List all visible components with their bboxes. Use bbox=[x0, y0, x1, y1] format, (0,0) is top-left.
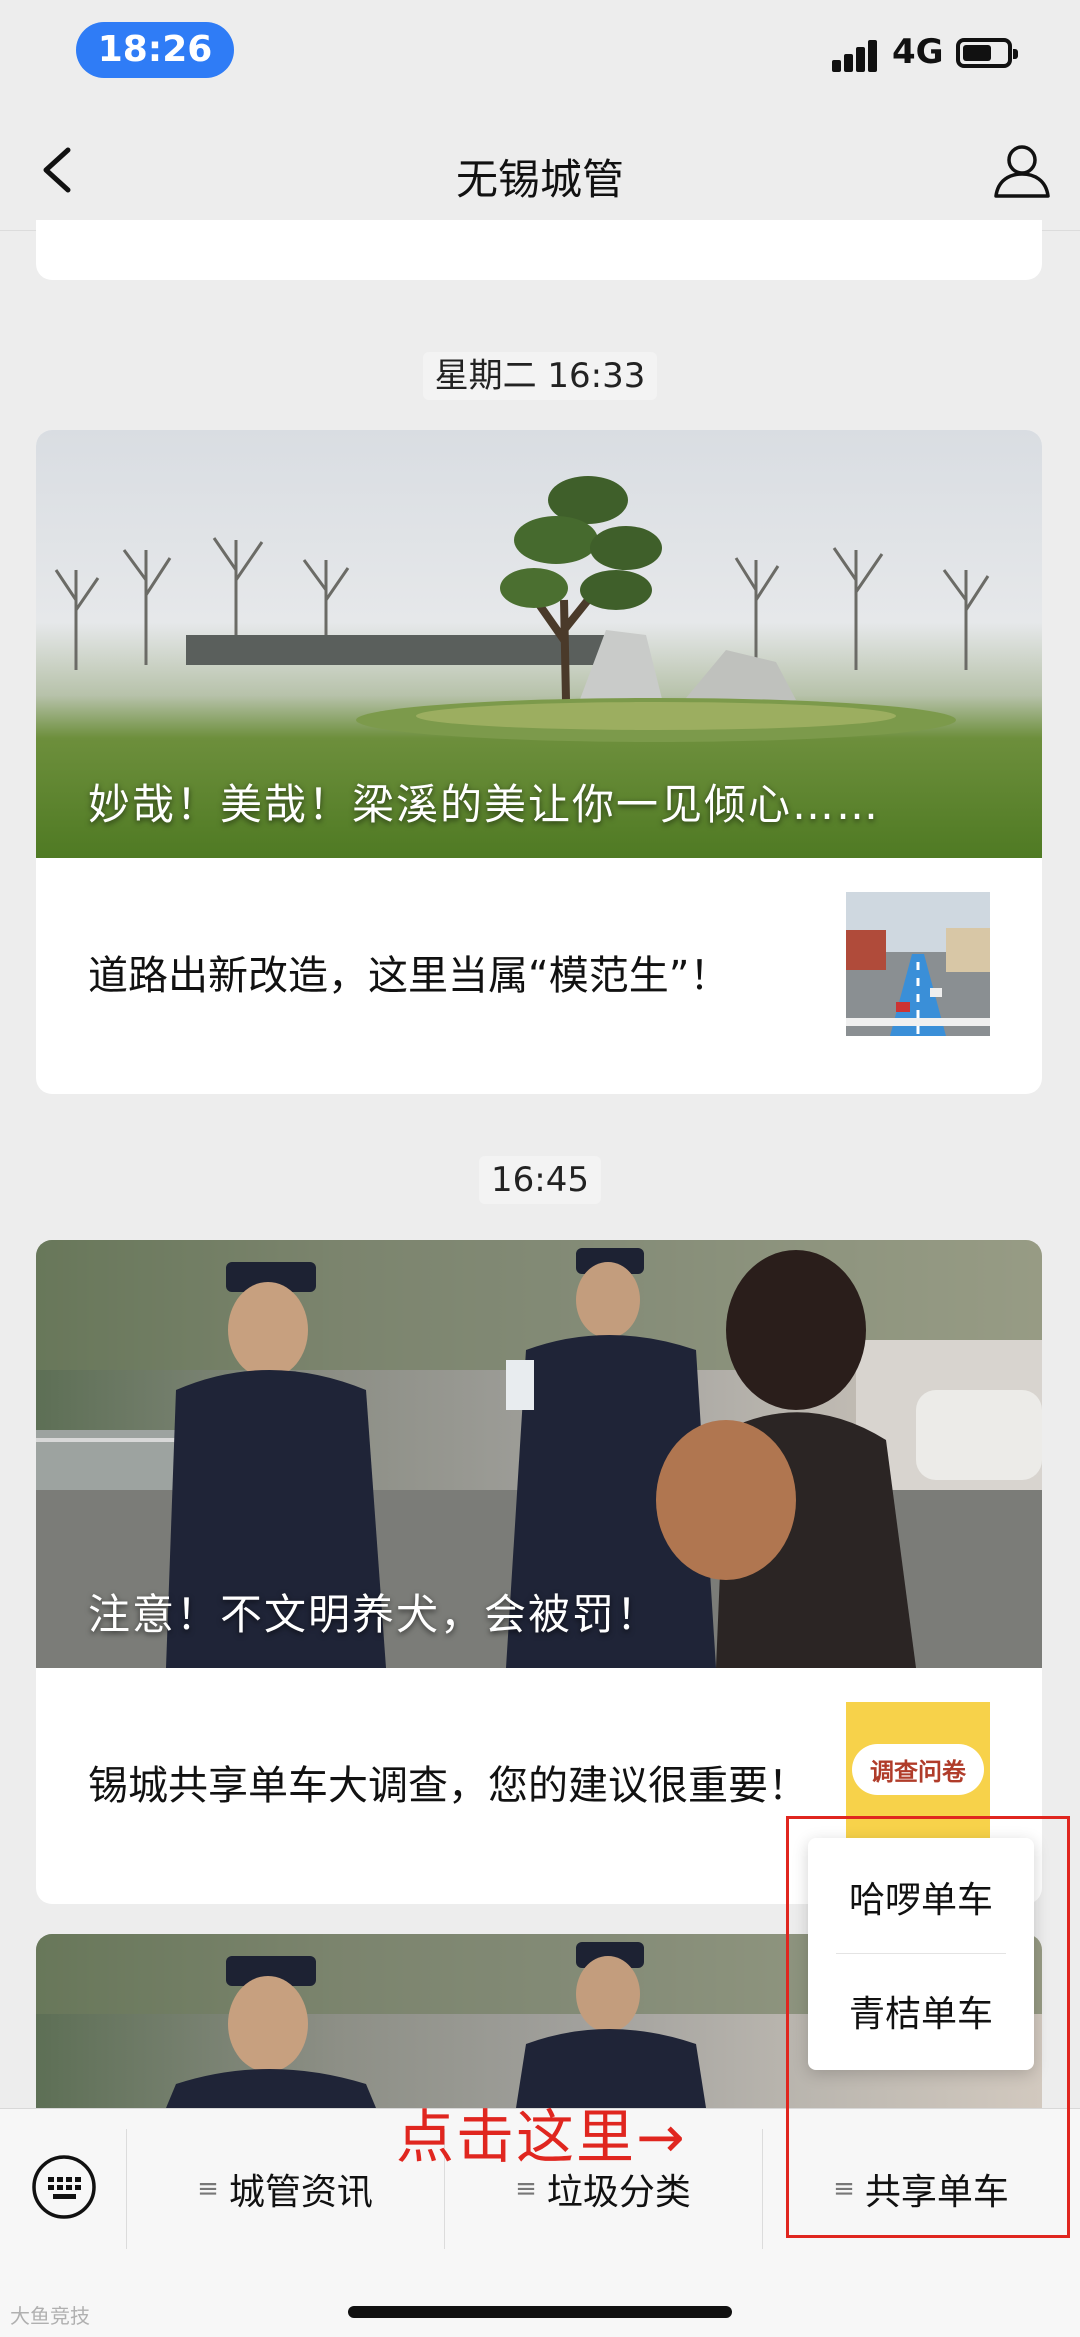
previous-card-edge bbox=[36, 220, 1042, 280]
user-icon bbox=[994, 145, 1050, 198]
watermark: 大鱼竞技 bbox=[10, 2304, 90, 2328]
status-bar: 18:26 4G bbox=[0, 0, 1080, 110]
bottom-safe-area bbox=[0, 2268, 1080, 2337]
article-thumbnail-road bbox=[846, 892, 990, 1036]
article-card: 妙哉！美哉！梁溪的美让你一见倾心…… 道路出新改造，这里当属“模范生”！ bbox=[36, 430, 1042, 1094]
battery-icon bbox=[956, 38, 1018, 68]
timestamp-label: 16:45 bbox=[479, 1156, 601, 1204]
keyboard-toggle-button[interactable] bbox=[28, 2151, 100, 2223]
article-hero-title: 注意！不文明养犬，会被罚！ bbox=[88, 1590, 661, 1639]
signal-icon bbox=[832, 38, 880, 72]
home-indicator[interactable] bbox=[348, 2306, 732, 2318]
article-list-item[interactable]: 道路出新改造，这里当属“模范生”！ bbox=[36, 858, 1042, 1094]
annotation-label: 点击这里→ bbox=[396, 2103, 687, 2171]
timestamp-label: 星期二 16:33 bbox=[422, 352, 658, 400]
annotation-highlight-box bbox=[786, 1816, 1070, 2238]
menu-item-label: 城管资讯 bbox=[228, 2172, 373, 2213]
menu-list-icon: ≡ bbox=[197, 2174, 219, 2204]
network-type: 4G bbox=[892, 32, 944, 72]
article-card: 注意！不文明养犬，会被罚！ 锡城共享单车大调查，您的建议很重要！ 调查问卷 bbox=[36, 1240, 1042, 1904]
timestamp: 16:45 bbox=[0, 1156, 1080, 1204]
menu-list-icon: ≡ bbox=[515, 2174, 537, 2204]
article-hero[interactable]: 注意！不文明养犬，会被罚！ bbox=[36, 1240, 1042, 1668]
profile-button[interactable] bbox=[990, 138, 1054, 202]
article-sub-title: 道路出新改造，这里当属“模范生”！ bbox=[88, 953, 730, 999]
page-title: 无锡城管 bbox=[455, 155, 624, 204]
thumbnail-caption: 调查问卷 bbox=[852, 1744, 984, 1795]
nav-bar: 无锡城管 bbox=[0, 110, 1080, 231]
article-sub-title: 锡城共享单车大调查，您的建议很重要！ bbox=[88, 1763, 808, 1809]
article-hero[interactable]: 妙哉！美哉！梁溪的美让你一见倾心…… bbox=[36, 430, 1042, 858]
article-hero-title: 妙哉！美哉！梁溪的美让你一见倾心…… bbox=[88, 780, 881, 829]
timestamp: 星期二 16:33 bbox=[0, 348, 1080, 400]
keyboard-icon bbox=[32, 2155, 96, 2219]
status-time: 18:26 bbox=[76, 22, 234, 78]
